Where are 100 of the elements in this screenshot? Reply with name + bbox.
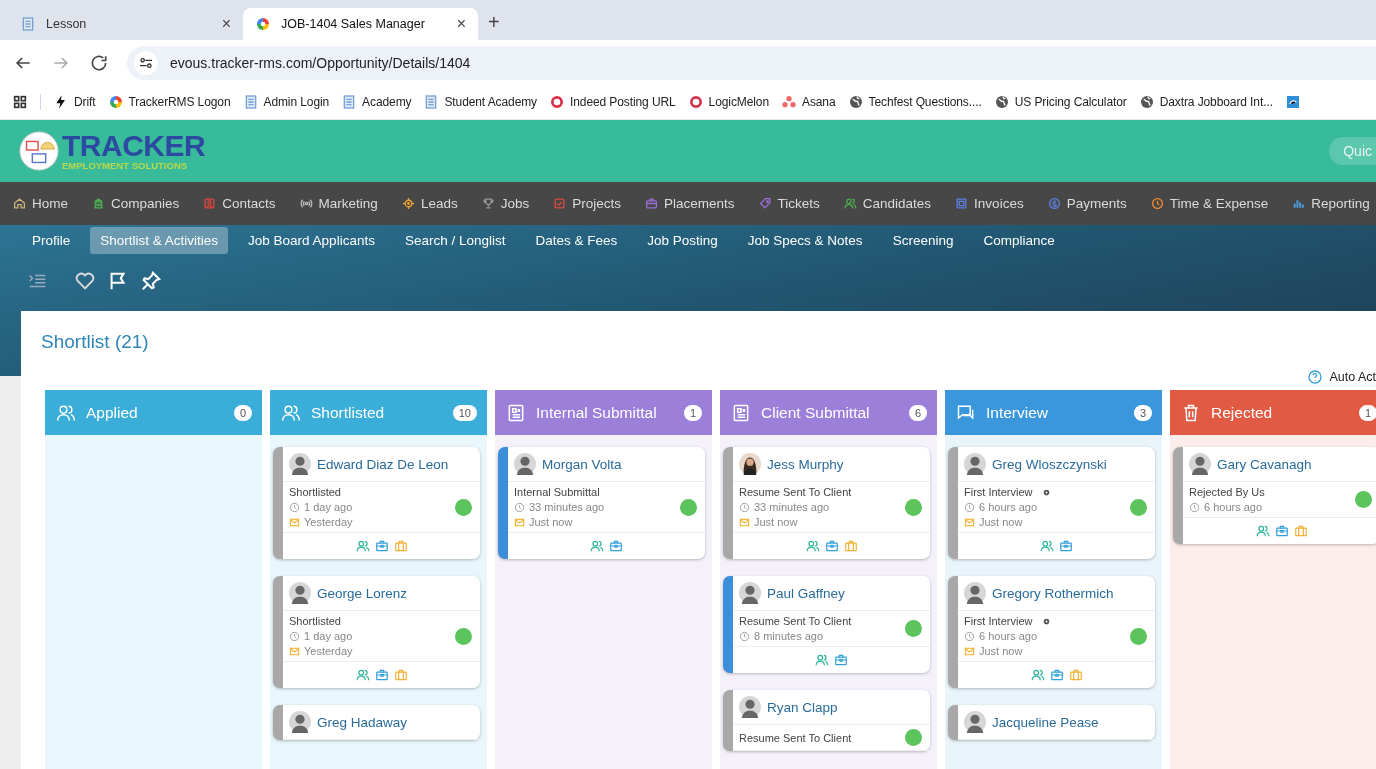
globe-icon[interactable] (993, 94, 1010, 110)
suitcase-icon[interactable] (393, 539, 408, 553)
people-icon[interactable] (590, 539, 604, 553)
bookmark[interactable]: TrackerRMS Logon (128, 95, 231, 109)
suitcase-icon[interactable] (1068, 668, 1083, 682)
new-tab-button[interactable]: + (478, 11, 510, 40)
toolbox-icon[interactable] (609, 539, 623, 553)
candidate-name[interactable]: Paul Gaffney (767, 585, 845, 601)
address-bar[interactable]: evous.tracker-rms.com/Opportunity/Details/1404 (127, 45, 1376, 80)
bookmark[interactable]: Indeed Posting URL (570, 95, 676, 109)
candidate-card[interactable]: Gary Cavanagh Rejected By Us 6 hours ago (1173, 447, 1376, 544)
bookmark[interactable]: Daxtra Jobboard Int... (1159, 95, 1273, 109)
building-icon (92, 197, 105, 210)
candidate-card[interactable]: Paul Gaffney Resume Sent To Client 8 minutes ago (723, 576, 930, 673)
nav-link[interactable]: Jobs (500, 196, 530, 211)
section-tab[interactable]: Job Posting (637, 226, 728, 254)
toolbox-icon[interactable] (374, 668, 389, 682)
candidate-name[interactable]: Morgan Volta (542, 456, 622, 472)
nav-link[interactable]: Placements (664, 196, 735, 211)
section-tab[interactable]: Dates & Fees (525, 226, 628, 254)
site-settings-icon[interactable] (134, 50, 158, 75)
globe-icon[interactable] (1138, 94, 1155, 110)
toolbox-icon[interactable] (834, 653, 848, 667)
ring-icon[interactable] (687, 94, 704, 110)
section-tab[interactable]: Job Specs & Notes (737, 226, 873, 254)
candidate-card[interactable]: Jess Murphy Resume Sent To Client 33 minutes ago Just now (723, 447, 930, 559)
people-icon[interactable] (1040, 539, 1054, 553)
candidate-card[interactable]: Edward Diaz De Leon Shortlisted 1 day ago Yesterday (273, 447, 480, 559)
candidate-card[interactable]: Morgan Volta Internal Submittal 33 minutes ago Just now (498, 447, 705, 559)
candidate-card[interactable]: Ryan Clapp Resume Sent To Client (723, 690, 930, 751)
candidate-name[interactable]: Gary Cavanagh (1217, 456, 1312, 472)
section-tab[interactable]: Job Board Applicants (238, 226, 385, 254)
app-tile-icon[interactable] (1284, 94, 1301, 110)
nav-link[interactable]: Companies (111, 196, 180, 211)
nav-link[interactable]: Payments (1066, 196, 1127, 211)
section-tab[interactable]: Search / Longlist (394, 226, 516, 254)
clock-icon (964, 630, 975, 642)
nav-link[interactable]: Candidates (862, 196, 932, 211)
nav-link[interactable]: Time & Expense (1169, 196, 1269, 211)
toolbox-icon[interactable] (824, 539, 839, 553)
suitcase-icon[interactable] (393, 668, 408, 682)
suitcase-icon[interactable] (1293, 524, 1308, 538)
candidate-card[interactable]: Greg Hadaway (273, 705, 480, 740)
browser-tab[interactable]: JOB-1404 Sales Manager × (243, 8, 478, 40)
bookmark[interactable]: Admin Login (263, 95, 330, 109)
bookmark[interactable]: Student Academy (444, 95, 537, 109)
bookmark[interactable]: US Pricing Calculator (1014, 95, 1127, 109)
people-icon[interactable] (1030, 668, 1045, 682)
toolbox-icon[interactable] (1059, 539, 1073, 553)
close-tab-button[interactable]: × (456, 15, 466, 33)
nav-link[interactable]: Marketing (318, 196, 378, 211)
bookmark[interactable]: Techfest Questions.... (868, 95, 982, 109)
candidate-name[interactable]: Edward Diaz De Leon (317, 456, 449, 472)
browser-tab[interactable]: Lesson × (8, 8, 243, 40)
nav-link[interactable]: Home (32, 196, 68, 211)
apps-icon[interactable] (12, 94, 28, 110)
column-title: Rejected (1211, 403, 1274, 422)
people-icon[interactable] (1255, 524, 1270, 538)
close-tab-button[interactable]: × (221, 15, 231, 33)
bookmark[interactable]: Drift (74, 95, 96, 109)
section-tab[interactable]: Compliance (973, 226, 1065, 254)
suitcase-icon[interactable] (843, 539, 858, 553)
bookmark[interactable]: Academy (362, 95, 412, 109)
pin-icon[interactable] (140, 270, 162, 292)
nav-link[interactable]: Projects (572, 196, 621, 211)
help-icon[interactable] (1307, 369, 1324, 385)
nav-link[interactable]: Leads (420, 196, 458, 211)
nav-link[interactable]: Tickets (777, 196, 820, 211)
toolbox-icon[interactable] (1049, 668, 1064, 682)
candidate-name[interactable]: Jacqueline Pease (992, 714, 1099, 730)
toolbox-icon[interactable] (374, 539, 389, 553)
pinwheel-icon[interactable] (107, 94, 124, 110)
people-icon[interactable] (355, 668, 370, 682)
candidate-name[interactable]: Greg Hadaway (317, 714, 408, 730)
toolbox-icon[interactable] (1274, 524, 1289, 538)
nav-link[interactable]: Contacts (222, 196, 276, 211)
email-time: Just now (979, 645, 1023, 657)
section-tab[interactable]: Profile (22, 226, 81, 254)
ring-icon[interactable] (549, 94, 565, 110)
people-icon[interactable] (355, 539, 370, 553)
people-icon[interactable] (815, 653, 829, 667)
bookmark[interactable]: LogicMelon (708, 95, 769, 109)
candidate-name[interactable]: Greg Wloszczynski (992, 456, 1107, 472)
candidate-name[interactable]: George Lorenz (317, 585, 408, 601)
help-link[interactable]: Auto Act (1329, 370, 1376, 384)
dots-icon[interactable] (781, 94, 797, 110)
candidate-name[interactable]: Jess Murphy (767, 456, 844, 472)
people-icon[interactable] (805, 539, 820, 553)
section-tab[interactable]: Screening (882, 226, 964, 254)
candidate-card[interactable]: Greg Wloszczynski First Interview 6 hours ago Just now (948, 447, 1155, 559)
globe-icon[interactable] (847, 94, 864, 110)
heart-icon[interactable] (74, 270, 96, 292)
bookmark[interactable]: Asana (802, 95, 836, 109)
candidate-card[interactable]: Gregory Rothermich First Interview 6 hours ago Just now (948, 576, 1155, 688)
candidate-name[interactable]: Gregory Rothermich (992, 585, 1114, 601)
nav-link[interactable]: Invoices (974, 196, 1024, 211)
candidate-card[interactable]: Jacqueline Pease (948, 705, 1155, 740)
candidate-name[interactable]: Ryan Clapp (767, 699, 838, 715)
nav-link[interactable]: Reporting (1311, 196, 1370, 211)
candidate-card[interactable]: George Lorenz Shortlisted 1 day ago Yesterday (273, 576, 480, 688)
